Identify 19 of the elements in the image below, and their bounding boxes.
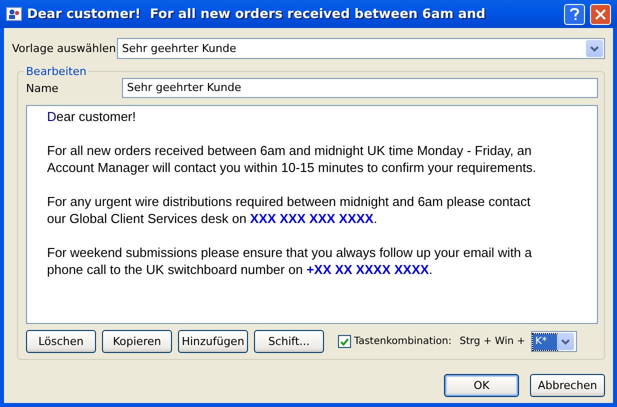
group-legend: Bearbeiten (24, 65, 88, 78)
window-title: Dear customer! For all new orders received between 6am and (27, 6, 486, 22)
copy-button[interactable]: Kopieren (102, 330, 172, 353)
message-paragraph: For weekend submissions please ensure that you always follow up your email with a phone call to the UK switchboard number on +XX XX XXXX XXXX. (47, 244, 533, 278)
key-dropdown[interactable]: K* (531, 331, 578, 352)
cancel-button[interactable]: Abbrechen (530, 374, 605, 397)
name-label: Name (26, 82, 60, 94)
message-paragraph: For any urgent wire distributions required between midnight and 6am please contact our Global Client Services desk on XXX XXX XXX XXXX. (47, 193, 532, 227)
message-paragraph: Dear customer! (47, 108, 137, 125)
modifier-label: Strg + Win + (460, 336, 526, 347)
hotkey-label: Tastenkombination: (354, 336, 452, 347)
font-button[interactable]: Schift... (254, 330, 324, 353)
name-field[interactable]: Sehr geehrter Kunde (122, 78, 598, 98)
delete-button[interactable]: Löschen (26, 330, 96, 353)
add-button[interactable]: Hinzufügen (178, 330, 248, 353)
message-paragraph: For all new orders received between 6am and midnight UK time Monday - Friday, an Account Manager will contact you within 10-15 minutes to confirm your requirements. (47, 142, 538, 176)
template-label: Vorlage auswählen (12, 42, 117, 55)
template-dropdown[interactable]: Sehr geehrter Kunde (117, 38, 605, 59)
ok-button[interactable]: OK (444, 374, 519, 397)
